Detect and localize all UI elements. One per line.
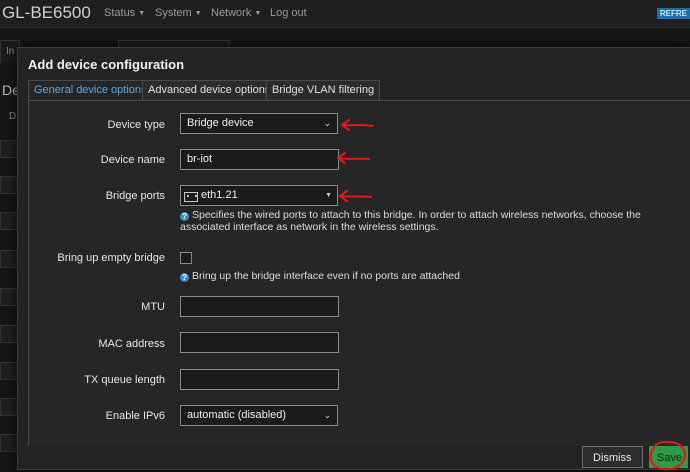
ethernet-port-icon — [184, 191, 198, 202]
menu-status[interactable]: Status ▼ — [104, 7, 145, 19]
empty-bridge-label: Bring up empty bridge — [57, 252, 165, 264]
background-row — [0, 212, 18, 230]
device-type-select[interactable]: Bridge device ⌄ — [180, 113, 338, 134]
mac-address-label: MAC address — [98, 338, 165, 350]
menu-system[interactable]: System ▼ — [155, 7, 202, 19]
bridge-ports-help-text: Specifies the wired ports to attach to t… — [180, 209, 641, 233]
chevron-down-icon: ▼ — [194, 9, 202, 17]
menu-logout[interactable]: Log out — [270, 7, 307, 19]
tx-queue-length-label: TX queue length — [84, 374, 165, 386]
chevron-down-icon: ▼ — [254, 9, 262, 17]
mtu-label: MTU — [141, 301, 165, 313]
tab-bridge-vlan-filtering[interactable]: Bridge VLAN filtering — [266, 80, 381, 101]
help-icon: ? — [180, 273, 189, 282]
mac-address-input[interactable] — [180, 332, 339, 353]
refresh-badge[interactable]: REFRE — [656, 8, 690, 19]
red-circle-annotation — [649, 440, 687, 471]
empty-bridge-help: ? Bring up the bridge interface even if n… — [180, 270, 680, 282]
background-row — [0, 434, 18, 452]
dismiss-button[interactable]: Dismiss — [582, 446, 643, 468]
tx-queue-length-input[interactable] — [180, 369, 339, 390]
red-arrow-annotation — [337, 152, 370, 164]
chevron-down-icon: ▼ — [138, 9, 146, 17]
add-device-modal: Add device configuration General device … — [17, 47, 690, 471]
bridge-ports-label: Bridge ports — [105, 190, 165, 202]
device-name-input[interactable]: br-iot — [180, 149, 339, 170]
triangle-down-icon: ▼ — [325, 192, 332, 199]
empty-bridge-help-text: Bring up the bridge interface even if no… — [192, 270, 460, 282]
bridge-ports-help: ? Specifies the wired ports to attach to … — [180, 209, 680, 233]
device-name-label: Device name — [100, 154, 165, 166]
menu-network[interactable]: Network ▼ — [211, 7, 261, 19]
bridge-ports-dropdown[interactable]: eth1.21 ▼ — [180, 185, 338, 206]
enable-ipv6-label: Enable IPv6 — [105, 410, 165, 422]
empty-bridge-checkbox[interactable] — [180, 252, 192, 264]
top-navbar: GL-BE6500 Status ▼ System ▼ Network ▼ Log o… — [0, 0, 690, 28]
chevron-down-icon: ⌄ — [323, 410, 331, 420]
enable-ipv6-select[interactable]: automatic (disabled) ⌄ — [180, 405, 338, 426]
modal-title: Add device configuration — [28, 57, 185, 72]
red-arrow-annotation — [339, 190, 372, 202]
tab-advanced-device-options[interactable]: Advanced device options — [142, 80, 277, 101]
mtu-input[interactable] — [180, 296, 339, 317]
brand-title[interactable]: GL-BE6500 — [2, 3, 91, 23]
help-icon: ? — [180, 212, 189, 221]
enable-ipv6-value: automatic (disabled) — [187, 409, 287, 421]
chevron-down-icon: ⌄ — [323, 118, 331, 128]
red-arrow-annotation — [341, 119, 374, 131]
bridge-ports-value: eth1.21 — [201, 189, 238, 201]
tab-general-device-options[interactable]: General device options — [28, 80, 153, 101]
device-type-label: Device type — [107, 119, 165, 131]
device-type-value: Bridge device — [187, 117, 254, 129]
